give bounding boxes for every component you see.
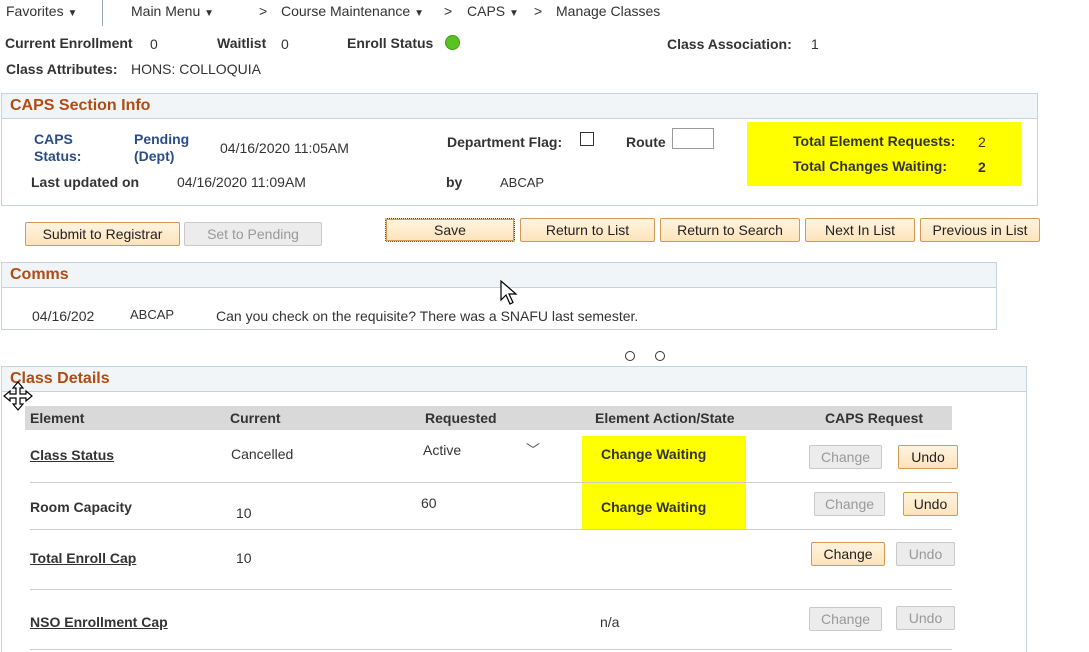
class-details-right-border <box>1026 392 1027 652</box>
comms-message: Can you check on the requisite? There wa… <box>216 308 639 324</box>
nav-divider <box>102 0 103 26</box>
caps-status-date: 04/16/2020 11:05AM <box>220 140 349 156</box>
main-menu[interactable]: Main Menu ▼ <box>131 3 214 19</box>
comms-date: 04/16/202 <box>32 308 95 324</box>
total-waiting-value: 2 <box>978 159 986 175</box>
total-waiting-label: Total Changes Waiting: <box>793 158 947 174</box>
chevron-down-icon: ▼ <box>414 8 424 19</box>
nso-enrollment-cap-link[interactable]: NSO Enrollment Cap <box>30 614 168 630</box>
chevron-down-icon: ▼ <box>67 8 78 19</box>
row-divider <box>30 529 952 530</box>
class-status-current: Cancelled <box>231 446 294 462</box>
class-status-requested-select[interactable]: Active ﹀ <box>423 442 543 458</box>
room-capacity-label: Room Capacity <box>30 499 132 515</box>
return-to-search-button[interactable]: Return to Search <box>660 218 800 242</box>
class-association-value: 1 <box>811 36 819 52</box>
favorites-menu[interactable]: Favorites ▼ <box>6 3 77 19</box>
class-association-label: Class Association: <box>667 36 792 52</box>
cursor-pointer-icon <box>500 280 518 305</box>
last-updated-label: Last updated on <box>31 174 140 190</box>
class-details-title: Class Details <box>1 366 1027 392</box>
comms-date-underline <box>30 329 102 330</box>
page-dot-icon[interactable] <box>655 351 665 361</box>
current-enrollment-label: Current Enrollment <box>5 35 133 51</box>
row-divider <box>30 589 952 590</box>
total-enroll-cap-change-button[interactable]: Change <box>811 542 885 566</box>
save-button[interactable]: Save <box>385 218 515 242</box>
enroll-status-label: Enroll Status <box>347 35 434 51</box>
column-header-element: Element <box>30 410 85 426</box>
class-details-left-border <box>1 392 2 652</box>
total-requests-value: 2 <box>978 134 986 150</box>
room-capacity-current: 10 <box>236 505 252 521</box>
class-status-state: Change Waiting <box>601 446 707 462</box>
return-to-list-button[interactable]: Return to List <box>520 218 655 242</box>
total-enroll-cap-current: 10 <box>236 550 252 566</box>
column-header-requested: Requested <box>425 410 497 426</box>
submit-to-registrar-button[interactable]: Submit to Registrar <box>25 222 180 246</box>
room-capacity-change-button[interactable]: Change <box>814 492 885 516</box>
by-label: by <box>446 174 463 190</box>
department-flag-checkbox[interactable] <box>580 132 594 146</box>
column-header-element-action-state: Element Action/State <box>595 410 735 426</box>
row-divider <box>30 649 952 650</box>
breadcrumb-caps[interactable]: CAPS ▼ <box>467 3 519 19</box>
totals-highlight <box>747 122 1021 186</box>
route-input[interactable] <box>672 128 714 149</box>
comms-user: ABCAP <box>130 307 175 322</box>
room-capacity-requested-input[interactable]: 60 <box>421 495 437 511</box>
set-to-pending-button[interactable]: Set to Pending <box>184 222 322 246</box>
row-divider <box>30 482 952 483</box>
total-enroll-cap-undo-button[interactable]: Undo <box>896 542 955 566</box>
chevron-down-icon: ▼ <box>509 8 519 19</box>
room-capacity-state: Change Waiting <box>601 499 707 515</box>
column-header-current: Current <box>230 410 281 426</box>
by-value: ABCAP <box>500 175 545 190</box>
waitlist-label: Waitlist <box>217 35 267 51</box>
class-attributes-label: Class Attributes: <box>6 61 118 77</box>
total-requests-label: Total Element Requests: <box>793 133 956 149</box>
total-enroll-cap-link[interactable]: Total Enroll Cap <box>30 550 136 566</box>
waitlist-value: 0 <box>281 36 289 52</box>
chevron-down-icon: ﹀ <box>526 442 540 458</box>
class-status-link[interactable]: Class Status <box>30 447 114 463</box>
previous-in-list-button[interactable]: Previous in List <box>920 218 1040 242</box>
department-flag-label: Department Flag: <box>447 134 563 150</box>
nso-enrollment-cap-state: n/a <box>600 614 620 630</box>
class-status-undo-button[interactable]: Undo <box>898 445 958 469</box>
breadcrumb-sep-icon: > <box>534 3 543 19</box>
breadcrumb-manage-classes[interactable]: Manage Classes <box>556 3 660 19</box>
comms-message-underline <box>202 329 997 330</box>
class-attributes-value: HONS: COLLOQUIA <box>131 61 261 77</box>
column-header-caps-request: CAPS Request <box>825 410 924 426</box>
last-updated-value: 04/16/2020 11:09AM <box>177 174 306 190</box>
breadcrumb-course-maintenance[interactable]: Course Maintenance ▼ <box>281 3 424 19</box>
caps-status-label: CAPS Status: <box>34 131 82 164</box>
caps-section-title: CAPS Section Info <box>1 93 1038 119</box>
comms-title: Comms <box>1 262 997 288</box>
route-label: Route <box>626 134 666 150</box>
room-capacity-undo-button[interactable]: Undo <box>903 492 958 516</box>
breadcrumb-sep-icon: > <box>259 3 268 19</box>
page-dot-icon[interactable] <box>625 351 635 361</box>
nso-enrollment-cap-undo-button[interactable]: Undo <box>896 606 955 630</box>
chevron-down-icon: ▼ <box>204 8 215 19</box>
next-in-list-button[interactable]: Next In List <box>805 218 915 242</box>
status-green-dot-icon <box>445 35 460 50</box>
caps-status-value: Pending (Dept) <box>134 131 190 164</box>
current-enrollment-value: 0 <box>150 36 158 52</box>
breadcrumb-sep-icon: > <box>444 3 453 19</box>
nso-enrollment-cap-change-button[interactable]: Change <box>809 607 882 631</box>
class-status-change-button[interactable]: Change <box>809 445 882 469</box>
